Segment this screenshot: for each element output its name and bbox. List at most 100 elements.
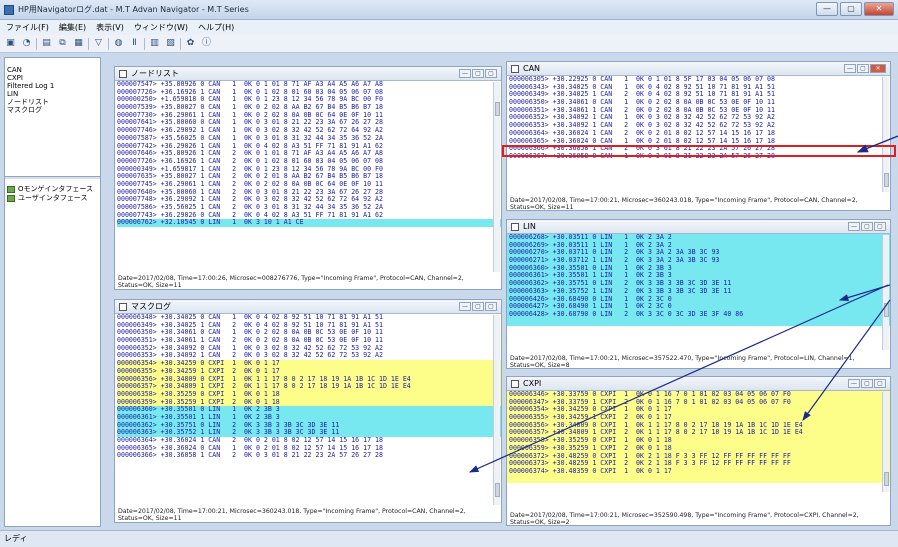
menu-view[interactable]: 表示(V) bbox=[96, 22, 124, 33]
panel-restore-button[interactable]: ▢ bbox=[472, 302, 484, 311]
log-list[interactable]: 000006346> +30.33759 0 CXPI 1 0K 0 1 16 … bbox=[507, 391, 890, 483]
panel-can: CAN — ▢ ✕ 000006305> +30.22925 0 CAN 1 0K … bbox=[506, 61, 891, 211]
panel-maximize-button[interactable]: ▢ bbox=[485, 69, 497, 78]
panel-restore-button[interactable]: ▢ bbox=[857, 64, 869, 73]
panel-minimize-button[interactable]: — bbox=[844, 64, 856, 73]
pause-icon[interactable]: Ⅱ bbox=[128, 37, 141, 50]
frame-detail: Date=2017/02/08, Time=17:00:21, Microsec… bbox=[510, 355, 855, 369]
app-icon bbox=[4, 4, 14, 15]
tree-item-monitor-interface[interactable]: Oモンゲインタフェース bbox=[7, 185, 93, 194]
panel-lin: LIN — ▢ ▢ 000006268> +30.03511 0 LIN 1 0K … bbox=[506, 219, 891, 369]
tree-item-lin[interactable]: LIN bbox=[7, 90, 54, 98]
menu-file[interactable]: ファイル(F) bbox=[6, 22, 49, 33]
frame-detail: Date=2017/02/08, Time=17:00:21, Microsec… bbox=[118, 508, 466, 522]
log-row[interactable]: 000006374> +30.48359 0 CXPI 1 0K 0 1 17 bbox=[509, 467, 890, 476]
status-text: レディ bbox=[4, 534, 28, 543]
panel-maximize-button[interactable]: ▢ bbox=[485, 302, 497, 311]
panel-mask-log: マスクログ — ▢ ▢ 000006348> +30.34025 0 CAN 1 0… bbox=[114, 299, 502, 523]
tree-item-can[interactable]: CAN bbox=[7, 66, 54, 74]
panel-header: マスクログ — ▢ ▢ bbox=[115, 300, 501, 314]
title-bar: HP用Navigatorログ.dat - M.T Advan Navigator… bbox=[0, 0, 898, 20]
panel-title: ノードリスト bbox=[131, 69, 179, 78]
maximize-button[interactable]: ▢ bbox=[840, 2, 862, 16]
panel-title: CXPI bbox=[523, 379, 542, 388]
log-tree: CAN CXPI Filtered Log 1 LIN ノードリスト マスクログ bbox=[7, 66, 54, 114]
scrollbar[interactable] bbox=[493, 82, 500, 272]
menu-edit[interactable]: 編集(E) bbox=[59, 22, 86, 33]
tree-label: ユーザインタフェース bbox=[18, 194, 88, 202]
log-row[interactable]: 000006366> +30.36058 1 CAN 2 0K 0 3 01 8… bbox=[117, 452, 501, 460]
close-button[interactable]: ✕ bbox=[864, 2, 894, 16]
window-icon[interactable]: ▣ bbox=[4, 37, 17, 50]
log-tree-pane: CAN CXPI Filtered Log 1 LIN ノードリスト マスクログ… bbox=[4, 57, 101, 527]
scrollbar-thumb[interactable] bbox=[884, 173, 889, 187]
log-list[interactable]: 000006268> +30.03511 0 LIN 1 0K 2 3A 2 00… bbox=[507, 234, 890, 326]
panel-title: CAN bbox=[523, 64, 541, 73]
panel-close-button[interactable]: ✕ bbox=[870, 64, 886, 73]
panel-title: マスクログ bbox=[131, 302, 171, 311]
status-bar: レディ bbox=[0, 530, 898, 547]
tree-label: Oモンゲインタフェース bbox=[18, 185, 94, 193]
scrollbar[interactable] bbox=[882, 392, 889, 492]
scrollbar-thumb[interactable] bbox=[495, 483, 500, 497]
frame-detail: Date=2017/02/08, Time=17:00:21, Microsec… bbox=[510, 512, 859, 526]
interface-icon bbox=[7, 186, 15, 193]
panel-restore-button[interactable]: ▢ bbox=[472, 69, 484, 78]
interface-tree: Oモンゲインタフェース ユーザインタフェース bbox=[7, 185, 93, 203]
log-row[interactable]: 000006762> +32.10545 0 LIN 1 0K 3 10 1 A… bbox=[117, 219, 501, 228]
pane-splitter[interactable] bbox=[5, 176, 100, 179]
menu-window[interactable]: ウィンドウ(W) bbox=[134, 22, 188, 33]
panel-icon bbox=[511, 64, 519, 73]
menu-help[interactable]: ヘルプ(H) bbox=[198, 22, 234, 33]
scrollbar-thumb[interactable] bbox=[495, 102, 500, 116]
panel-cxpi: CXPI — ▢ ▢ 000006346> +30.33759 0 CXPI 1 0… bbox=[506, 376, 891, 526]
panel-icon bbox=[511, 222, 519, 231]
filter-icon[interactable]: ▦ bbox=[72, 37, 85, 50]
tree-item-mask-log[interactable]: マスクログ bbox=[7, 106, 54, 114]
copy-icon[interactable]: ⧉ bbox=[56, 37, 69, 50]
panel-minimize-button[interactable]: — bbox=[848, 222, 860, 231]
tree-item-node-list[interactable]: ノードリスト bbox=[7, 98, 54, 106]
tree-item-filtered-log[interactable]: Filtered Log 1 bbox=[7, 82, 54, 90]
minimize-button[interactable]: — bbox=[816, 2, 838, 16]
panel-minimize-button[interactable]: — bbox=[848, 379, 860, 388]
find-icon[interactable]: ▽ bbox=[92, 37, 105, 50]
panel-maximize-button[interactable]: ▢ bbox=[874, 222, 886, 231]
tree-item-cxpi[interactable]: CXPI bbox=[7, 74, 54, 82]
highlight-box bbox=[502, 145, 896, 157]
log-list[interactable]: 000006348> +30.34025 0 CAN 1 0K 0 4 02 8… bbox=[115, 314, 501, 464]
settings-icon[interactable]: ✿ bbox=[184, 37, 197, 50]
tree-item-user-interface[interactable]: ユーザインタフェース bbox=[7, 194, 93, 203]
panel-minimize-button[interactable]: — bbox=[459, 69, 471, 78]
open-icon[interactable]: ◔ bbox=[20, 37, 33, 50]
scrollbar-thumb[interactable] bbox=[884, 303, 889, 317]
scrollbar[interactable] bbox=[493, 315, 500, 505]
scrollbar-thumb[interactable] bbox=[884, 472, 889, 486]
toolbar-separator bbox=[180, 37, 181, 50]
panel-node-list: ノードリスト — ▢ ▢ 000007547> +35.80926 0 CAN 1 … bbox=[114, 66, 502, 290]
menu-bar: ファイル(F) 編集(E) 表示(V) ウィンドウ(W) ヘルプ(H) bbox=[0, 20, 898, 35]
binoculars-icon[interactable]: ◍ bbox=[112, 37, 125, 50]
panel-restore-button[interactable]: ▢ bbox=[861, 379, 873, 388]
panel-icon bbox=[511, 379, 519, 388]
scrollbar[interactable] bbox=[882, 77, 889, 192]
log-list[interactable]: 000007547> +35.80926 0 CAN 1 0K 0 1 01 8… bbox=[115, 81, 501, 231]
window-title: HP用Navigatorログ.dat - M.T Advan Navigator… bbox=[18, 5, 249, 14]
panel-header: LIN — ▢ ▢ bbox=[507, 220, 890, 234]
panel-maximize-button[interactable]: ▢ bbox=[874, 379, 886, 388]
interface-icon bbox=[7, 195, 15, 202]
panel-header: CXPI — ▢ ▢ bbox=[507, 377, 890, 391]
window-controls: — ▢ ✕ bbox=[816, 2, 894, 16]
scrollbar[interactable] bbox=[882, 235, 889, 350]
save-icon[interactable]: ▤ bbox=[40, 37, 53, 50]
panel-title: LIN bbox=[523, 222, 536, 231]
toolbar-separator bbox=[144, 37, 145, 50]
grid-icon[interactable]: ▥ bbox=[148, 37, 161, 50]
panel-restore-button[interactable]: ▢ bbox=[861, 222, 873, 231]
log-row[interactable]: 000006428> +30.68790 0 LIN 2 0K 3 3C 0 3… bbox=[509, 310, 890, 319]
toolbar-separator bbox=[88, 37, 89, 50]
info-icon[interactable]: ⓘ bbox=[200, 37, 213, 50]
panel-header: ノードリスト — ▢ ▢ bbox=[115, 67, 501, 81]
clear-icon[interactable]: ▧ bbox=[164, 37, 177, 50]
panel-minimize-button[interactable]: — bbox=[459, 302, 471, 311]
